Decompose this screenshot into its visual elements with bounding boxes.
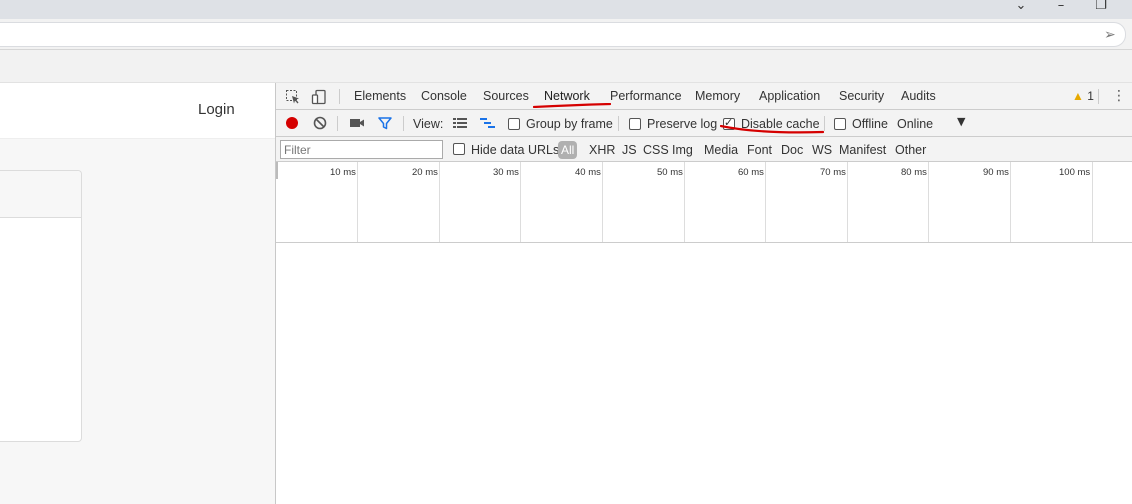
view-label: View: [413,117,444,131]
restore-icon[interactable]: ❐ [1086,0,1116,14]
network-tab-annotation [533,103,611,108]
network-toolbar: View: Group by frame Preserve log Disabl… [276,110,1132,137]
filter-icon[interactable] [376,114,394,132]
page-header: Login [0,83,276,139]
timeline-gridline [847,162,848,242]
tab-audits[interactable]: Audits [901,89,936,103]
tab-elements[interactable]: Elements [354,89,406,103]
throttling-select[interactable]: Online [897,117,933,131]
minimize-icon[interactable]: – [1046,0,1076,14]
timeline-tick-label: 50 ms [657,167,683,178]
chevron-down-icon[interactable]: ▼ [957,115,965,128]
chevron-down-icon[interactable]: ⌄ [1006,0,1036,14]
requests-table-area [276,243,1132,504]
timeline-gridline [602,162,603,242]
tab-console[interactable]: Console [421,89,467,103]
warning-count: 1 [1087,89,1094,103]
disable-cache-annotation [720,125,824,134]
card-header [0,171,81,218]
large-rows-list-icon[interactable] [451,114,469,132]
offline-label[interactable]: Offline [852,117,888,131]
record-icon[interactable] [283,114,301,132]
timeline-tick-label: 20 ms [412,167,438,178]
timeline-gridline [357,162,358,242]
filter-type-ws[interactable]: WS [812,143,832,157]
toolbar-separator [824,116,825,131]
waterfall-overview-icon[interactable] [479,114,497,132]
browser-title-bar: ⌄ – ❐ [0,0,1132,19]
timeline-overview[interactable]: 10 ms 20 ms 30 ms 40 ms 50 ms 60 ms 70 m… [276,162,1132,243]
timeline-gridline [765,162,766,242]
timeline-gridline [439,162,440,242]
timeline-start-marker [276,162,278,179]
page-body [0,139,276,504]
timeline-gridline [928,162,929,242]
filter-input[interactable] [280,140,443,159]
timeline-gridline [684,162,685,242]
timeline-tick-label: 70 ms [820,167,846,178]
timeline-gridline [1010,162,1011,242]
preserve-log-checkbox[interactable] [629,118,641,130]
timeline-tick-label: 80 ms [901,167,927,178]
device-toolbar-icon[interactable] [310,88,328,106]
tab-network[interactable]: Network [544,89,590,103]
filter-type-all[interactable]: All [558,141,578,159]
address-bar-row: ➢ [0,19,1132,50]
warning-icon: ▲ [1072,89,1084,103]
address-bar[interactable]: ➢ [0,22,1126,47]
hide-data-urls-label[interactable]: Hide data URLs [471,143,559,157]
bookmarks-bar [0,50,1132,83]
filter-type-manifest[interactable]: Manifest [839,143,886,157]
network-filter-bar: Hide data URLs All XHR JS CSS Img Media … [276,137,1132,162]
timeline-tick-label: 10 ms [330,167,356,178]
devtools-panel: Elements Console Sources Network Perform… [275,83,1132,504]
filter-type-xhr[interactable]: XHR [589,143,615,157]
group-by-frame-checkbox[interactable] [508,118,520,130]
warning-counter[interactable]: ▲ 1 [1072,89,1094,103]
devtools-tab-bar: Elements Console Sources Network Perform… [276,83,1132,110]
group-by-frame-label[interactable]: Group by frame [526,117,613,131]
inspect-element-icon[interactable] [284,88,302,106]
send-icon[interactable]: ➢ [1104,27,1116,43]
screenshot-camera-icon[interactable] [348,114,366,132]
more-options-icon[interactable]: ⋮ [1112,88,1126,106]
preserve-log-label[interactable]: Preserve log [647,117,717,131]
filter-type-doc[interactable]: Doc [781,143,803,157]
timeline-tick-label: 60 ms [738,167,764,178]
filter-type-media[interactable]: Media [704,143,738,157]
toolbar-separator [403,116,404,131]
clear-icon[interactable] [311,114,329,132]
web-page: Login [0,83,276,504]
timeline-tick-label: 90 ms [983,167,1009,178]
content-card [0,170,82,442]
toolbar-separator [337,116,338,131]
filter-type-css[interactable]: CSS [643,143,669,157]
timeline-tick-label: 30 ms [493,167,519,178]
tab-application[interactable]: Application [759,89,820,103]
tab-memory[interactable]: Memory [695,89,740,103]
timeline-tick-label: 100 ms [1059,167,1091,178]
timeline-tick-label: 40 ms [575,167,601,178]
login-link[interactable]: Login [198,101,235,118]
tab-separator [339,89,340,104]
tab-sources[interactable]: Sources [483,89,529,103]
tab-separator [1098,89,1099,104]
filter-type-img[interactable]: Img [672,143,693,157]
tab-security[interactable]: Security [839,89,884,103]
toolbar-separator [618,116,619,131]
filter-type-font[interactable]: Font [747,143,772,157]
offline-checkbox[interactable] [834,118,846,130]
tab-performance[interactable]: Performance [610,89,682,103]
timeline-gridline [520,162,521,242]
hide-data-urls-checkbox[interactable] [453,143,465,155]
filter-type-js[interactable]: JS [622,143,637,157]
filter-type-other[interactable]: Other [895,143,926,157]
timeline-gridline [1092,162,1093,242]
